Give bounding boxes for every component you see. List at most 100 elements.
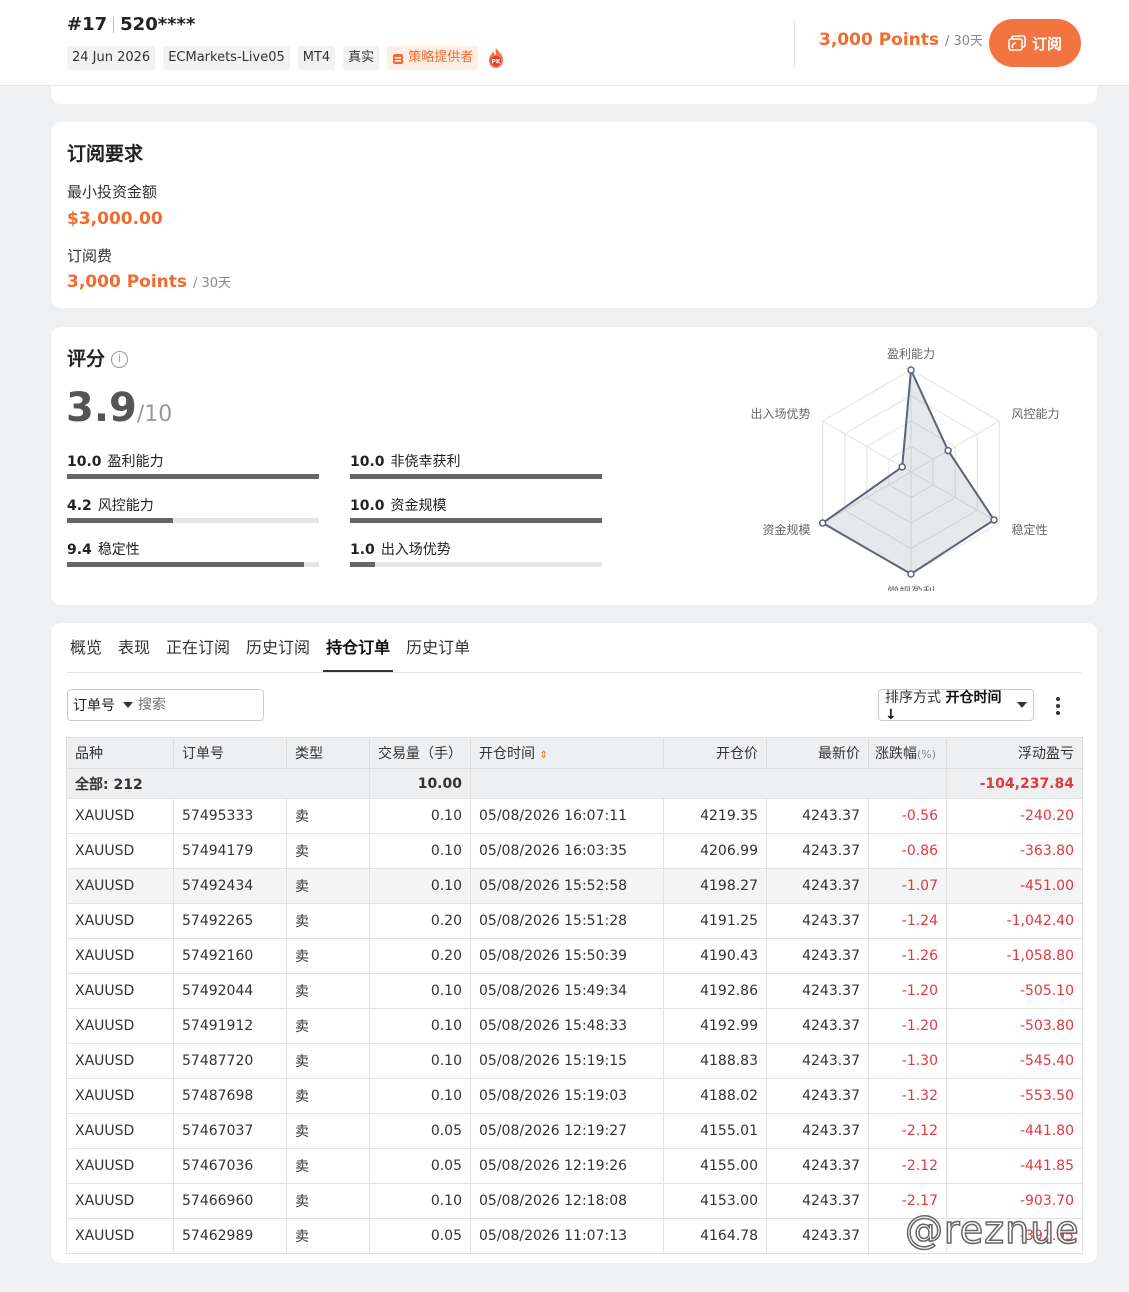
table-row[interactable]: XAUUSD 57487720 卖 0.10 05/08/2026 15:19:15 41… — [66, 1043, 1083, 1079]
col-order-id[interactable]: 订单号 — [173, 737, 287, 769]
tab-current-subscriptions[interactable]: 正在订阅 — [163, 637, 233, 673]
radar-axis-label: 资金规模 — [763, 522, 811, 537]
metric-label: 风控能力 — [97, 498, 154, 514]
metric-entry-exit: 1.0 出入场优势 — [350, 539, 602, 567]
cell-order-id: 57487698 — [173, 1078, 287, 1114]
sort-icon[interactable]: ⇕ — [539, 750, 547, 761]
tab-open-positions[interactable]: 持仓订单 — [323, 637, 394, 673]
info-icon[interactable]: i — [111, 351, 129, 368]
metric-bar-fill — [67, 474, 319, 479]
table-row[interactable]: XAUUSD 57491912 卖 0.10 05/08/2026 15:48:33 41… — [66, 1008, 1083, 1044]
cell-symbol: XAUUSD — [66, 903, 174, 939]
table-row[interactable]: XAUUSD 57495333 卖 0.10 05/08/2026 16:07:11 42… — [66, 798, 1083, 834]
cell-latest-price: 4243.37 — [766, 1113, 869, 1149]
cell-open-price: 4198.27 — [663, 868, 767, 904]
server-tag: ECMarkets-Live05 — [163, 46, 290, 70]
requirements-title: 订阅要求 — [67, 143, 144, 165]
open-positions-table: 品种 订单号 类型 交易量（手） 开仓时间 ⇕ 开仓价 最新价 涨跌幅(%) 浮… — [66, 737, 1083, 1254]
cell-order-id: 57487720 — [173, 1043, 287, 1079]
cell-pnl: -441.85 — [946, 1148, 1083, 1184]
cell-symbol: XAUUSD — [66, 938, 174, 974]
tab-performance[interactable]: 表现 — [115, 637, 153, 673]
table-row[interactable]: XAUUSD 57494179 卖 0.10 05/08/2026 16:03:35 42… — [66, 833, 1083, 869]
sort-select[interactable]: 排序方式 开仓时间 ↓ — [878, 689, 1034, 723]
metric-bar — [350, 562, 602, 567]
cell-pnl: -240.20 — [946, 798, 1083, 834]
cell-latest-price: 4243.37 — [766, 1148, 869, 1184]
cell-pnl: -545.40 — [946, 1043, 1083, 1079]
subscribe-button[interactable]: 订阅 — [989, 19, 1081, 67]
cell-symbol: XAUUSD — [66, 798, 174, 834]
min-investment-label: 最小投资金额 — [67, 183, 158, 201]
filter-select[interactable]: 订单号 — [68, 695, 138, 715]
rank-label: #17 — [67, 14, 108, 35]
table-row[interactable]: XAUUSD 57467036 卖 0.05 05/08/2026 12:19:26 41… — [66, 1148, 1083, 1184]
col-change-label: 涨跌幅 — [875, 746, 917, 762]
more-options-icon[interactable] — [1051, 695, 1065, 717]
cell-volume: 0.10 — [369, 1183, 471, 1219]
col-open-price[interactable]: 开仓价 — [663, 737, 767, 769]
cell-change: -2.12 — [868, 1148, 947, 1184]
metric-risk-control: 4.2 风控能力 — [67, 495, 319, 523]
table-row[interactable]: XAUUSD 57492434 卖 0.10 05/08/2026 15:52:58 41… — [66, 868, 1083, 904]
metric-score: 1.0 — [350, 542, 375, 558]
metric-bar-fill — [67, 562, 304, 567]
metric-score: 9.4 — [67, 542, 92, 558]
radar-point-3 — [907, 570, 915, 578]
subscribe-label: 订阅 — [1031, 34, 1062, 53]
cell-open-time: 05/08/2026 15:52:58 — [470, 868, 664, 904]
cell-pnl: -503.80 — [946, 1008, 1083, 1044]
pk-flame-icon[interactable]: PK — [486, 47, 506, 69]
tab-overview[interactable]: 概览 — [67, 637, 105, 673]
cell-order-id: 57492160 — [173, 938, 287, 974]
account-type-tag: 真实 — [343, 46, 380, 70]
radar-axis-label: 常规盈利 — [887, 584, 935, 591]
tab-subscription-history[interactable]: 历史订阅 — [243, 637, 313, 673]
col-floating-pnl[interactable]: 浮动盈亏 — [946, 737, 1083, 769]
cell-type: 卖 — [286, 1148, 370, 1184]
cell-change: -2.12 — [868, 1113, 947, 1149]
sort-label: 排序方式 — [885, 690, 941, 706]
cell-type: 卖 — [286, 798, 370, 834]
metric-bar — [67, 562, 319, 567]
cell-latest-price: 4243.37 — [766, 903, 869, 939]
cell-symbol: XAUUSD — [66, 868, 174, 904]
col-latest-price[interactable]: 最新价 — [766, 737, 869, 769]
table-header-row: 品种 订单号 类型 交易量（手） 开仓时间 ⇕ 开仓价 最新价 涨跌幅(%) 浮… — [66, 737, 1083, 769]
cell-open-time: 05/08/2026 16:07:11 — [470, 798, 664, 834]
fee-label: 订阅费 — [67, 247, 113, 265]
cell-open-price: 4206.99 — [663, 833, 767, 869]
col-change[interactable]: 涨跌幅(%) — [868, 737, 947, 769]
col-volume[interactable]: 交易量（手） — [369, 737, 471, 769]
table-row[interactable]: XAUUSD 57492265 卖 0.20 05/08/2026 15:51:28 41… — [66, 903, 1083, 939]
cell-symbol: XAUUSD — [66, 1183, 174, 1219]
cell-order-id: 57466960 — [173, 1183, 287, 1219]
cell-volume: 0.10 — [369, 1078, 471, 1114]
col-symbol[interactable]: 品种 — [66, 737, 174, 769]
metric-capital-scale: 10.0 资金规模 — [350, 495, 602, 523]
table-row[interactable]: XAUUSD 57492044 卖 0.10 05/08/2026 15:49:34 41… — [66, 973, 1083, 1009]
radar-axis-label: 出入场优势 — [751, 407, 811, 421]
radar-point-4 — [818, 519, 827, 527]
table-row[interactable]: XAUUSD 57487698 卖 0.10 05/08/2026 15:19:03 41… — [66, 1078, 1083, 1114]
col-open-time[interactable]: 开仓时间 ⇕ — [470, 737, 664, 769]
search-input[interactable] — [138, 697, 248, 713]
score-title-label: 评分 — [67, 348, 106, 370]
metric-bar-fill — [350, 562, 376, 567]
total-row: 全部: 212 10.00 -104,237.84 — [66, 768, 1083, 799]
total-spacer — [470, 768, 947, 799]
cell-type: 卖 — [286, 1183, 370, 1219]
cell-change: -0.86 — [868, 833, 947, 869]
cell-change: -1.24 — [868, 903, 947, 939]
score-max: /10 — [136, 402, 173, 427]
metric-bar-fill — [67, 518, 173, 523]
cell-type: 卖 — [286, 938, 370, 974]
col-type[interactable]: 类型 — [286, 737, 370, 769]
cell-symbol: XAUUSD — [66, 1148, 174, 1184]
metric-score: 10.0 — [67, 454, 102, 470]
table-row[interactable]: XAUUSD 57467037 卖 0.05 05/08/2026 12:19:27 41… — [66, 1113, 1083, 1149]
table-row[interactable]: XAUUSD 57492160 卖 0.20 05/08/2026 15:50:39 41… — [66, 938, 1083, 974]
tab-order-history[interactable]: 历史订单 — [403, 637, 473, 673]
account-label: 520**** — [120, 14, 196, 35]
cell-type: 卖 — [286, 903, 370, 939]
